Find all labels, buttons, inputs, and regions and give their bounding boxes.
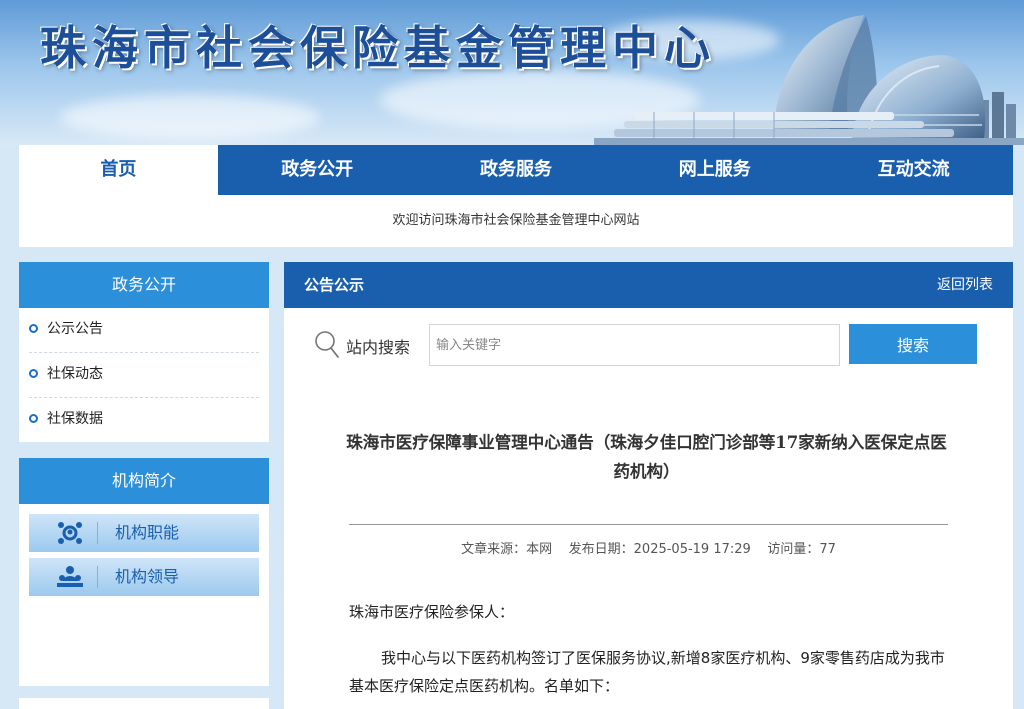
sidebar-item-social-security-data[interactable]: 社保数据	[29, 398, 259, 443]
article-meta: 文章来源：本网 发布日期：2025-05-19 17:29 访问量：77	[349, 538, 948, 557]
nav-item-interaction[interactable]: 互动交流	[814, 145, 1013, 195]
people-network-icon	[58, 522, 82, 544]
nav-item-online-services[interactable]: 网上服务	[615, 145, 814, 195]
article-greeting: 珠海市医疗保险参保人：	[349, 603, 515, 621]
sidebar-item-social-security-news[interactable]: 社保动态	[29, 353, 259, 398]
bullet-icon	[29, 324, 38, 333]
nav-item-government-affairs[interactable]: 政务公开	[218, 145, 417, 195]
org-functions-button[interactable]: 机构职能	[29, 514, 259, 552]
nav-item-government-services[interactable]: 政务服务	[417, 145, 616, 195]
main-content: 公告公示 返回列表 站内搜索 搜索 珠海市医疗保障事业管理中心通告（珠海夕佳口腔…	[284, 262, 1013, 709]
sidebar-bottom-panel	[19, 698, 269, 709]
sidebar-item-label: 社保数据	[47, 411, 103, 427]
source-label: 文章来源：	[461, 542, 527, 557]
date-value: 2025-05-19 17:29	[633, 542, 751, 557]
date-label: 发布日期：	[568, 542, 634, 557]
site-banner: 珠海市社会保险基金管理中心	[0, 0, 1024, 145]
title-divider	[349, 524, 948, 525]
source-value: 本网	[526, 542, 553, 557]
article-title: 珠海市医疗保障事业管理中心通告（珠海夕佳口腔门诊部等17家新纳入医保定点医药机构…	[346, 433, 947, 481]
section-header: 公告公示 返回列表	[284, 262, 1013, 308]
sidebar-heading: 机构简介	[19, 458, 269, 504]
section-title: 公告公示	[304, 276, 365, 294]
search-button[interactable]: 搜索	[849, 324, 977, 364]
views-label: 访问量：	[767, 542, 820, 557]
views-value: 77	[819, 542, 836, 557]
divider	[97, 566, 98, 588]
sidebar-organization: 机构简介 机构职能 机构领导	[19, 458, 269, 686]
people-group-icon	[57, 566, 83, 587]
sidebar-item-label: 社保动态	[47, 366, 103, 382]
welcome-message: 欢迎访问珠海市社会保险基金管理中心网站	[19, 195, 1013, 247]
sidebar-item-announcements[interactable]: 公示公告	[29, 308, 259, 353]
search-input[interactable]	[429, 324, 840, 366]
bullet-icon	[29, 369, 38, 378]
sidebar-government-affairs: 政务公开 公示公告 社保动态 社保数据	[19, 262, 269, 442]
site-title: 珠海市社会保险基金管理中心	[40, 21, 716, 75]
sidebar-heading: 政务公开	[19, 262, 269, 308]
org-leadership-label: 机构领导	[115, 567, 180, 586]
org-leadership-button[interactable]: 机构领导	[29, 558, 259, 596]
back-to-list-link[interactable]: 返回列表	[937, 262, 993, 308]
org-functions-label: 机构职能	[115, 523, 180, 542]
search-icon	[315, 331, 339, 358]
nav-item-home[interactable]: 首页	[19, 145, 218, 195]
main-nav: 首页 政务公开 政务服务 网上服务 互动交流	[19, 145, 1013, 195]
sidebar-item-label: 公示公告	[47, 321, 103, 337]
divider	[97, 522, 98, 544]
search-label: 站内搜索	[346, 338, 411, 357]
site-search: 站内搜索 搜索	[284, 324, 1013, 366]
article-paragraph: 我中心与以下医药机构签订了医保服务协议,新增8家医疗机构、9家零售药店成为我市基…	[349, 649, 945, 695]
bullet-icon	[29, 414, 38, 423]
